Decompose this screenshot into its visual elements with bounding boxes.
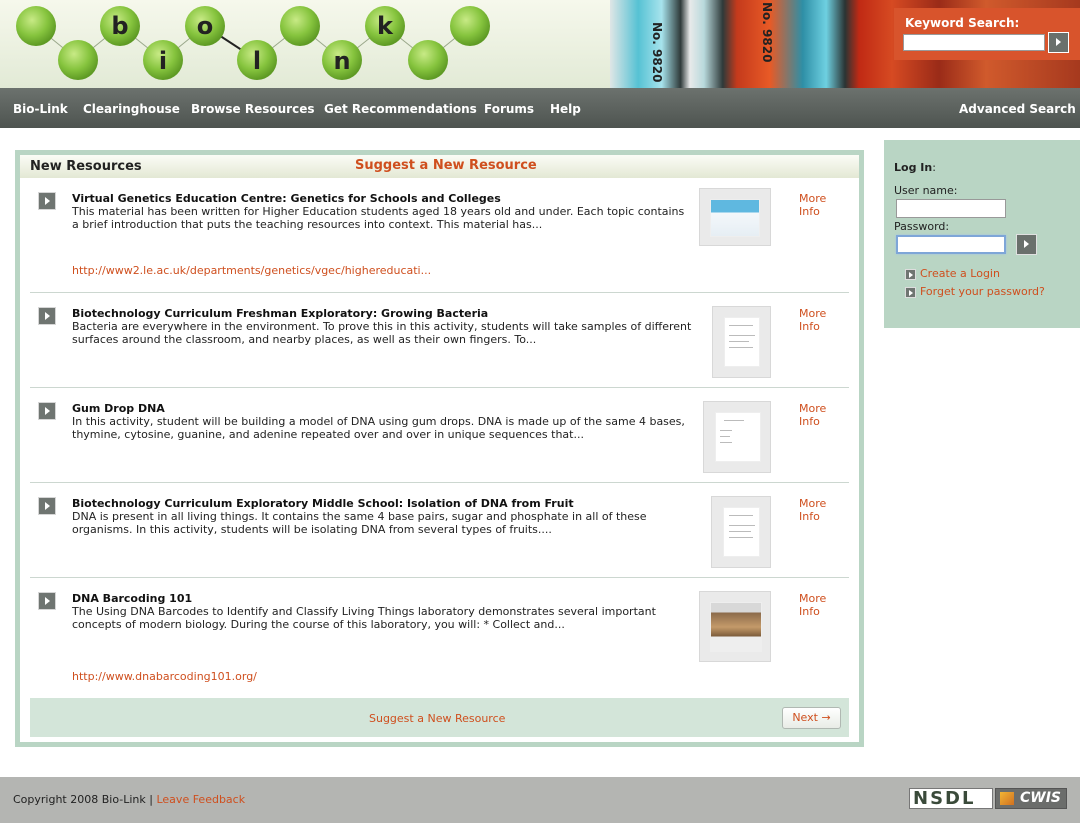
- new-resources-panel: New Resources Suggest a New Resource Vir…: [20, 155, 859, 742]
- keyword-search-input[interactable]: [903, 34, 1045, 51]
- more-info-link[interactable]: More Info: [799, 307, 849, 333]
- resource-item: Gum Drop DNA In this activity, student w…: [30, 392, 849, 482]
- more-info-link[interactable]: More Info: [799, 402, 849, 428]
- nav-help[interactable]: Help: [550, 102, 581, 116]
- page-footer: Copyright 2008 Bio-Link | Leave Feedback…: [0, 777, 1080, 823]
- footer-suggest-resource-link[interactable]: Suggest a New Resource: [369, 712, 505, 725]
- logo-letter: k: [377, 12, 394, 40]
- panel-footer: Suggest a New Resource Next →: [30, 698, 849, 737]
- resource-thumbnail[interactable]: [699, 188, 771, 246]
- expand-arrow-icon[interactable]: [38, 307, 56, 325]
- username-label: User name:: [894, 184, 958, 197]
- divider: [30, 577, 849, 578]
- next-button[interactable]: Next →: [782, 707, 841, 729]
- expand-arrow-icon[interactable]: [38, 592, 56, 610]
- more-info-link[interactable]: More Info: [799, 192, 849, 218]
- resource-title[interactable]: Biotechnology Curriculum Freshman Explor…: [72, 307, 488, 320]
- keyword-search-go-button[interactable]: [1048, 32, 1069, 53]
- nav-browse-resources[interactable]: Browse Resources: [191, 102, 314, 116]
- create-login-link[interactable]: Create a Login: [920, 267, 1000, 280]
- nav-get-recommendations[interactable]: Get Recommendations: [324, 102, 477, 116]
- resource-title[interactable]: DNA Barcoding 101: [72, 592, 192, 605]
- resource-item: Virtual Genetics Education Centre: Genet…: [30, 188, 849, 288]
- expand-arrow-icon[interactable]: [38, 497, 56, 515]
- divider: [30, 482, 849, 483]
- login-submit-button[interactable]: [1016, 234, 1037, 255]
- nav-advanced-search[interactable]: Advanced Search: [959, 102, 1076, 116]
- resource-description: This material has been written for Highe…: [72, 205, 685, 231]
- bio-link-logo[interactable]: b o k i l n: [0, 0, 500, 88]
- resource-item: Biotechnology Curriculum Freshman Explor…: [30, 297, 849, 387]
- logo-ball: [280, 6, 320, 46]
- forgot-password-link[interactable]: Forget your password?: [920, 285, 1045, 298]
- more-info-link[interactable]: More Info: [799, 497, 849, 523]
- login-title: Log In:: [894, 161, 936, 174]
- resource-thumbnail[interactable]: [712, 306, 771, 378]
- new-resources-frame: New Resources Suggest a New Resource Vir…: [15, 150, 864, 747]
- resource-item: DNA Barcoding 101 The Using DNA Barcodes…: [30, 582, 849, 692]
- main-nav: Bio-Link Clearinghouse Browse Resources …: [0, 88, 1080, 128]
- arrow-right-icon: [905, 269, 916, 280]
- panel-header: New Resources Suggest a New Resource: [20, 155, 859, 178]
- resource-description: In this activity, student will be buildi…: [72, 415, 685, 441]
- copyright-text: Copyright 2008 Bio-Link | Leave Feedback: [13, 793, 245, 806]
- resource-thumbnail[interactable]: [711, 496, 771, 568]
- resource-item: Biotechnology Curriculum Exploratory Mid…: [30, 487, 849, 577]
- logo-letter: i: [159, 47, 167, 75]
- logo-ball: [450, 6, 490, 46]
- resource-description: The Using DNA Barcodes to Identify and C…: [72, 605, 656, 631]
- logo-ball: [58, 40, 98, 80]
- keyword-search-box: Keyword Search:: [894, 8, 1080, 60]
- tube-label: No. 9820: [760, 2, 774, 63]
- login-sidebar: Log In: User name: Password: Create a Lo…: [884, 140, 1080, 328]
- resource-thumbnail[interactable]: [703, 401, 771, 473]
- divider: [30, 292, 849, 293]
- nav-forums[interactable]: Forums: [484, 102, 534, 116]
- leave-feedback-link[interactable]: Leave Feedback: [156, 793, 245, 806]
- logo-letter: n: [333, 47, 350, 75]
- resource-url[interactable]: http://www2.le.ac.uk/departments/genetic…: [72, 264, 431, 277]
- nav-bio-link[interactable]: Bio-Link: [13, 102, 68, 116]
- expand-arrow-icon[interactable]: [38, 192, 56, 210]
- password-input[interactable]: [896, 235, 1006, 254]
- panel-title: New Resources: [30, 159, 142, 174]
- logo-ball: [16, 6, 56, 46]
- more-info-link[interactable]: More Info: [799, 592, 849, 618]
- logo-letter: o: [197, 12, 214, 40]
- keyword-search-label: Keyword Search:: [905, 16, 1020, 30]
- arrow-right-icon: [905, 287, 916, 298]
- suggest-resource-link[interactable]: Suggest a New Resource: [355, 158, 537, 173]
- expand-arrow-icon[interactable]: [38, 402, 56, 420]
- resource-title[interactable]: Gum Drop DNA: [72, 402, 165, 415]
- resource-thumbnail[interactable]: [699, 591, 771, 662]
- logo-letter: l: [253, 47, 261, 75]
- copyright-label: Copyright 2008 Bio-Link |: [13, 793, 153, 806]
- logo-ball: [408, 40, 448, 80]
- site-header: b o k i l n No. 9820 No. 9820 Keyword Se…: [0, 0, 1080, 88]
- resource-title[interactable]: Biotechnology Curriculum Exploratory Mid…: [72, 497, 574, 510]
- logo-letter: b: [111, 12, 128, 40]
- nsdl-logo[interactable]: NSDL: [909, 788, 993, 809]
- resource-description: DNA is present in all living things. It …: [72, 510, 647, 536]
- resource-title[interactable]: Virtual Genetics Education Centre: Genet…: [72, 192, 501, 205]
- password-label: Password:: [894, 220, 950, 233]
- username-input[interactable]: [896, 199, 1006, 218]
- nav-clearinghouse[interactable]: Clearinghouse: [83, 102, 180, 116]
- divider: [30, 387, 849, 388]
- cwis-logo[interactable]: CWIS: [995, 788, 1067, 809]
- tube-label: No. 9820: [650, 22, 664, 83]
- resource-url[interactable]: http://www.dnabarcoding101.org/: [72, 670, 257, 683]
- resource-description: Bacteria are everywhere in the environme…: [72, 320, 692, 346]
